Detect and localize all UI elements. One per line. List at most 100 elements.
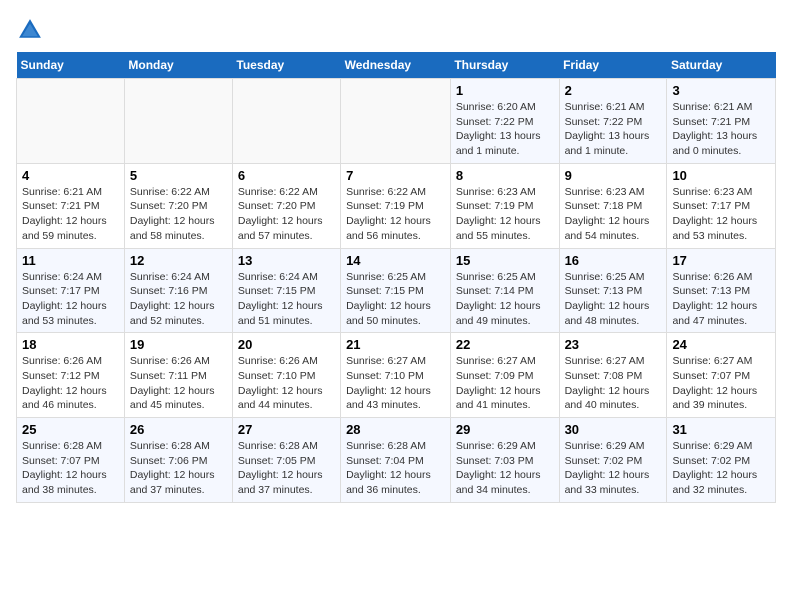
day-number: 29 — [456, 422, 554, 437]
day-info: Sunrise: 6:25 AM Sunset: 7:13 PM Dayligh… — [565, 270, 662, 329]
day-number: 16 — [565, 253, 662, 268]
day-cell: 11 Sunrise: 6:24 AM Sunset: 7:17 PM Dayli… — [17, 248, 125, 333]
day-cell: 31Sunrise: 6:29 AM Sunset: 7:02 PM Dayli… — [667, 418, 776, 503]
week-row-2: 4 Sunrise: 6:21 AM Sunset: 7:21 PM Daylig… — [17, 163, 776, 248]
day-number: 12 — [130, 253, 227, 268]
day-cell: 1Sunrise: 6:20 AM Sunset: 7:22 PM Daylig… — [450, 79, 559, 164]
day-number: 8 — [456, 168, 554, 183]
page-header — [16, 16, 776, 44]
header-saturday: Saturday — [667, 52, 776, 79]
day-info: Sunrise: 6:24 AM Sunset: 7:16 PM Dayligh… — [130, 270, 227, 329]
day-number: 1 — [456, 83, 554, 98]
day-info: Sunrise: 6:28 AM Sunset: 7:04 PM Dayligh… — [346, 439, 445, 498]
logo — [16, 16, 48, 44]
day-info: Sunrise: 6:27 AM Sunset: 7:09 PM Dayligh… — [456, 354, 554, 413]
day-number: 14 — [346, 253, 445, 268]
day-cell: 25 Sunrise: 6:28 AM Sunset: 7:07 PM Dayli… — [17, 418, 125, 503]
day-number: 17 — [672, 253, 770, 268]
day-cell: 10 Sunrise: 6:23 AM Sunset: 7:17 PM Dayli… — [667, 163, 776, 248]
day-info: Sunrise: 6:26 AM Sunset: 7:10 PM Dayligh… — [238, 354, 335, 413]
calendar-header-row: SundayMondayTuesdayWednesdayThursdayFrid… — [17, 52, 776, 79]
day-number: 13 — [238, 253, 335, 268]
day-info: Sunrise: 6:29 AM Sunset: 7:03 PM Dayligh… — [456, 439, 554, 498]
day-cell: 24 Sunrise: 6:27 AM Sunset: 7:07 PM Dayli… — [667, 333, 776, 418]
day-cell: 20 Sunrise: 6:26 AM Sunset: 7:10 PM Dayli… — [232, 333, 340, 418]
header-wednesday: Wednesday — [341, 52, 451, 79]
header-sunday: Sunday — [17, 52, 125, 79]
day-cell: 27 Sunrise: 6:28 AM Sunset: 7:05 PM Dayli… — [232, 418, 340, 503]
day-number: 3 — [672, 83, 770, 98]
day-number: 9 — [565, 168, 662, 183]
day-cell: 16 Sunrise: 6:25 AM Sunset: 7:13 PM Dayli… — [559, 248, 667, 333]
day-number: 2 — [565, 83, 662, 98]
day-info: Sunrise: 6:28 AM Sunset: 7:06 PM Dayligh… — [130, 439, 227, 498]
day-number: 20 — [238, 337, 335, 352]
day-info: Sunrise: 6:21 AM Sunset: 7:21 PM Dayligh… — [22, 185, 119, 244]
day-number: 23 — [565, 337, 662, 352]
day-info: Sunrise: 6:28 AM Sunset: 7:07 PM Dayligh… — [22, 439, 119, 498]
header-tuesday: Tuesday — [232, 52, 340, 79]
day-info: Sunrise: 6:28 AM Sunset: 7:05 PM Dayligh… — [238, 439, 335, 498]
day-info: Sunrise: 6:29 AM Sunset: 7:02 PM Dayligh… — [565, 439, 662, 498]
day-number: 19 — [130, 337, 227, 352]
day-info: Sunrise: 6:26 AM Sunset: 7:12 PM Dayligh… — [22, 354, 119, 413]
day-info: Sunrise: 6:23 AM Sunset: 7:19 PM Dayligh… — [456, 185, 554, 244]
day-info: Sunrise: 6:22 AM Sunset: 7:20 PM Dayligh… — [238, 185, 335, 244]
day-cell: 12 Sunrise: 6:24 AM Sunset: 7:16 PM Dayli… — [124, 248, 232, 333]
day-number: 26 — [130, 422, 227, 437]
day-cell — [341, 79, 451, 164]
week-row-4: 18 Sunrise: 6:26 AM Sunset: 7:12 PM Dayli… — [17, 333, 776, 418]
day-number: 24 — [672, 337, 770, 352]
week-row-1: 1Sunrise: 6:20 AM Sunset: 7:22 PM Daylig… — [17, 79, 776, 164]
day-info: Sunrise: 6:21 AM Sunset: 7:22 PM Dayligh… — [565, 100, 662, 159]
day-number: 5 — [130, 168, 227, 183]
day-cell: 7Sunrise: 6:22 AM Sunset: 7:19 PM Daylig… — [341, 163, 451, 248]
day-number: 4 — [22, 168, 119, 183]
header-friday: Friday — [559, 52, 667, 79]
day-number: 18 — [22, 337, 119, 352]
day-info: Sunrise: 6:22 AM Sunset: 7:19 PM Dayligh… — [346, 185, 445, 244]
day-cell: 17 Sunrise: 6:26 AM Sunset: 7:13 PM Dayli… — [667, 248, 776, 333]
day-info: Sunrise: 6:22 AM Sunset: 7:20 PM Dayligh… — [130, 185, 227, 244]
day-number: 25 — [22, 422, 119, 437]
day-cell: 21Sunrise: 6:27 AM Sunset: 7:10 PM Dayli… — [341, 333, 451, 418]
day-info: Sunrise: 6:27 AM Sunset: 7:08 PM Dayligh… — [565, 354, 662, 413]
day-cell: 22 Sunrise: 6:27 AM Sunset: 7:09 PM Dayli… — [450, 333, 559, 418]
day-info: Sunrise: 6:24 AM Sunset: 7:17 PM Dayligh… — [22, 270, 119, 329]
day-info: Sunrise: 6:29 AM Sunset: 7:02 PM Dayligh… — [672, 439, 770, 498]
day-cell: 13 Sunrise: 6:24 AM Sunset: 7:15 PM Dayli… — [232, 248, 340, 333]
day-info: Sunrise: 6:21 AM Sunset: 7:21 PM Dayligh… — [672, 100, 770, 159]
day-info: Sunrise: 6:24 AM Sunset: 7:15 PM Dayligh… — [238, 270, 335, 329]
day-cell: 26 Sunrise: 6:28 AM Sunset: 7:06 PM Dayli… — [124, 418, 232, 503]
day-info: Sunrise: 6:23 AM Sunset: 7:17 PM Dayligh… — [672, 185, 770, 244]
day-cell: 30 Sunrise: 6:29 AM Sunset: 7:02 PM Dayli… — [559, 418, 667, 503]
day-number: 15 — [456, 253, 554, 268]
header-monday: Monday — [124, 52, 232, 79]
day-number: 27 — [238, 422, 335, 437]
day-cell: 19Sunrise: 6:26 AM Sunset: 7:11 PM Dayli… — [124, 333, 232, 418]
day-number: 11 — [22, 253, 119, 268]
day-number: 22 — [456, 337, 554, 352]
day-cell — [124, 79, 232, 164]
day-number: 28 — [346, 422, 445, 437]
day-number: 10 — [672, 168, 770, 183]
day-cell: 8 Sunrise: 6:23 AM Sunset: 7:19 PM Daylig… — [450, 163, 559, 248]
day-cell: 3 Sunrise: 6:21 AM Sunset: 7:21 PM Daylig… — [667, 79, 776, 164]
day-cell: 28 Sunrise: 6:28 AM Sunset: 7:04 PM Dayli… — [341, 418, 451, 503]
day-cell — [17, 79, 125, 164]
day-cell: 2 Sunrise: 6:21 AM Sunset: 7:22 PM Daylig… — [559, 79, 667, 164]
day-info: Sunrise: 6:27 AM Sunset: 7:07 PM Dayligh… — [672, 354, 770, 413]
day-cell: 6Sunrise: 6:22 AM Sunset: 7:20 PM Daylig… — [232, 163, 340, 248]
day-number: 30 — [565, 422, 662, 437]
day-info: Sunrise: 6:26 AM Sunset: 7:13 PM Dayligh… — [672, 270, 770, 329]
day-cell: 9 Sunrise: 6:23 AM Sunset: 7:18 PM Daylig… — [559, 163, 667, 248]
logo-icon — [16, 16, 44, 44]
day-info: Sunrise: 6:25 AM Sunset: 7:15 PM Dayligh… — [346, 270, 445, 329]
week-row-3: 11 Sunrise: 6:24 AM Sunset: 7:17 PM Dayli… — [17, 248, 776, 333]
day-cell: 23 Sunrise: 6:27 AM Sunset: 7:08 PM Dayli… — [559, 333, 667, 418]
day-cell: 5 Sunrise: 6:22 AM Sunset: 7:20 PM Daylig… — [124, 163, 232, 248]
day-info: Sunrise: 6:23 AM Sunset: 7:18 PM Dayligh… — [565, 185, 662, 244]
day-cell: 14 Sunrise: 6:25 AM Sunset: 7:15 PM Dayli… — [341, 248, 451, 333]
day-number: 21 — [346, 337, 445, 352]
day-cell: 4 Sunrise: 6:21 AM Sunset: 7:21 PM Daylig… — [17, 163, 125, 248]
